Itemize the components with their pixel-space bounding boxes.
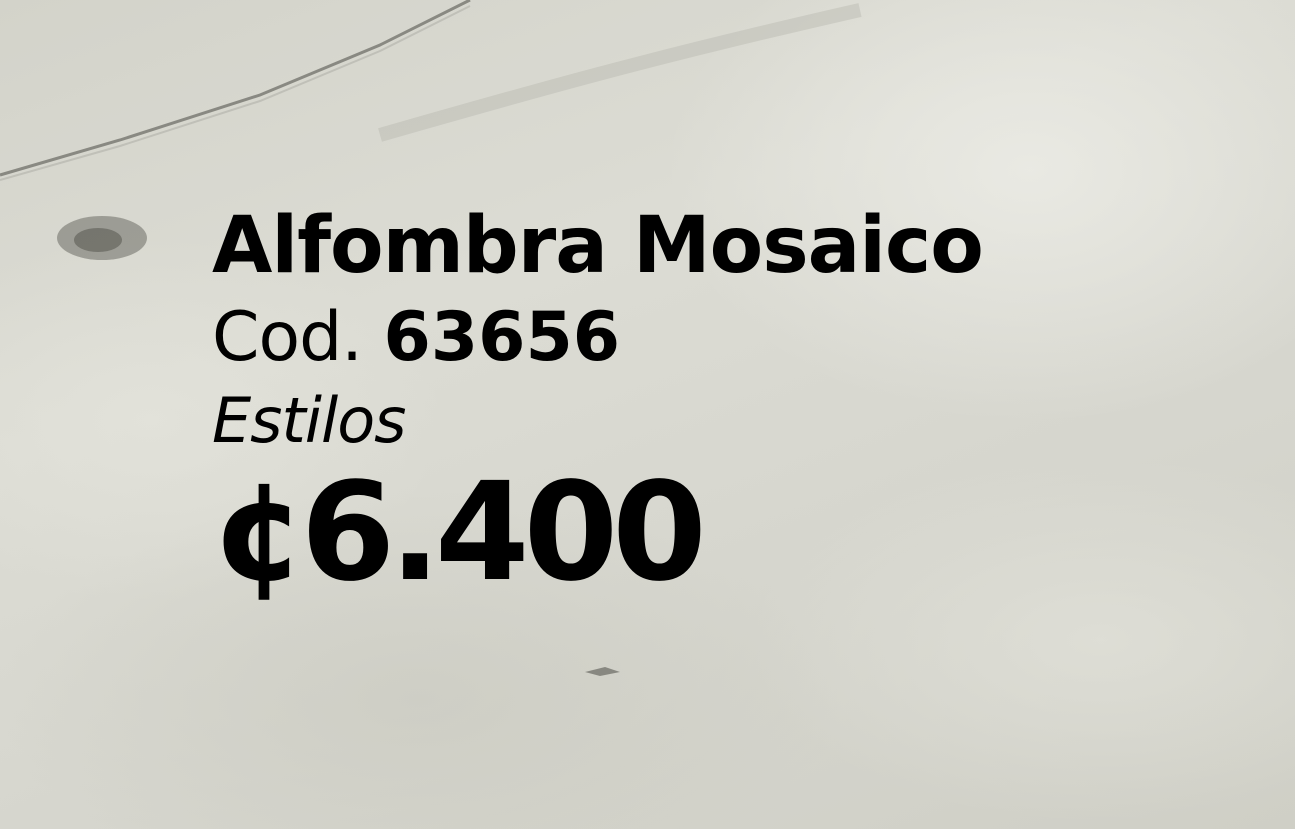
product-price: ¢6.400	[212, 454, 707, 612]
product-name: Alfombra Mosaico	[212, 201, 984, 291]
fiber-strand	[0, 0, 471, 177]
dark-speck-core	[74, 228, 122, 252]
product-brand: Estilos	[212, 384, 406, 457]
product-code-line: Cod. 63656	[212, 294, 983, 382]
product-code-label: Cod.	[212, 298, 363, 377]
small-speck	[585, 667, 620, 676]
product-info: Alfombra Mosaico Cod. 63656 Estilos ¢6.4…	[212, 198, 984, 612]
fold-crease	[378, 3, 862, 142]
product-code-value: 63656	[383, 298, 621, 377]
